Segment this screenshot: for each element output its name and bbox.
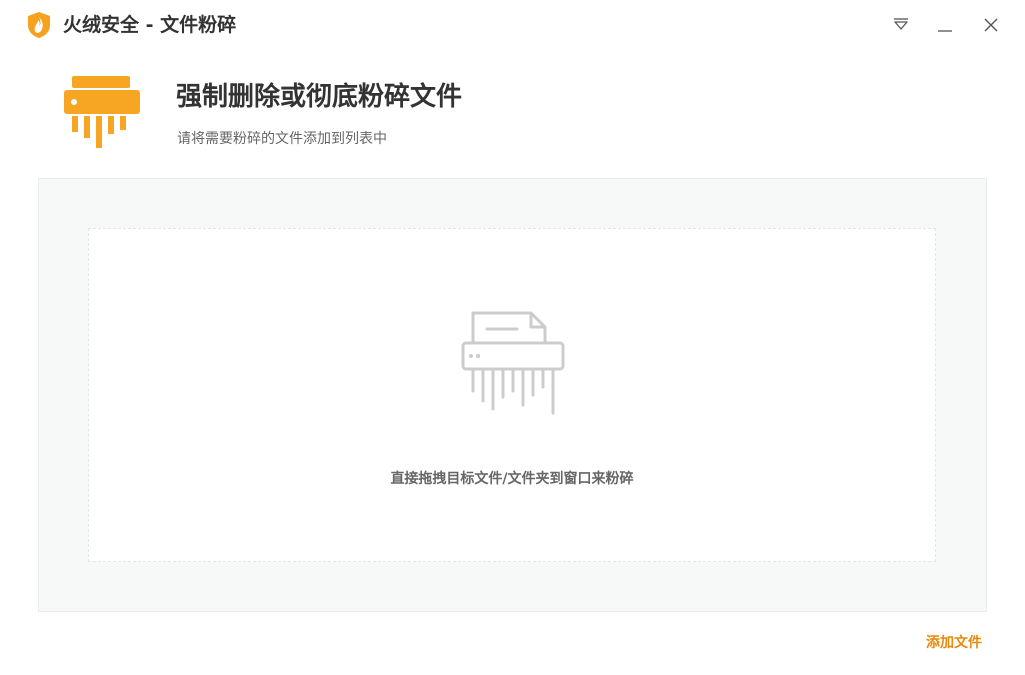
drop-hint-text: 直接拖拽目标文件/文件夹到窗口来粉碎 bbox=[390, 471, 634, 487]
close-button[interactable] bbox=[976, 10, 1006, 40]
page-title: 强制删除或彻底粉碎文件 bbox=[176, 82, 463, 112]
minimize-icon bbox=[938, 30, 952, 32]
huorong-logo-icon bbox=[26, 11, 52, 39]
minimize-button[interactable] bbox=[930, 10, 960, 40]
page-subtitle: 请将需要粉碎的文件添加到列表中 bbox=[177, 131, 387, 147]
file-shredder-icon bbox=[459, 309, 567, 419]
add-file-button[interactable]: 添加文件 bbox=[926, 633, 982, 653]
window-title: 火绒安全 - 文件粉碎 bbox=[63, 14, 237, 36]
shredder-icon bbox=[62, 74, 142, 154]
title-bar: 火绒安全 - 文件粉碎 bbox=[0, 0, 1025, 52]
dropdown-menu-button[interactable] bbox=[886, 10, 916, 40]
file-list-panel: 直接拖拽目标文件/文件夹到窗口来粉碎 bbox=[38, 178, 987, 612]
drop-zone[interactable]: 直接拖拽目标文件/文件夹到窗口来粉碎 bbox=[88, 228, 936, 562]
close-icon bbox=[984, 18, 998, 32]
dropdown-menu-icon bbox=[894, 18, 908, 30]
